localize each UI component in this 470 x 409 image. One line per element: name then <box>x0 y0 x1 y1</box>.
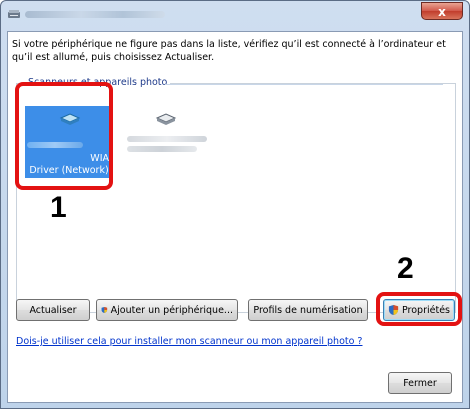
refresh-button[interactable]: Actualiser <box>16 299 90 321</box>
window-title-obscured <box>25 11 165 18</box>
title-bar[interactable]: x <box>1 1 469 29</box>
group-divider <box>165 84 443 85</box>
scanner-icon <box>155 113 177 125</box>
close-button[interactable]: Fermer <box>388 372 452 394</box>
properties-button-label: Propriétés <box>401 304 450 316</box>
close-window-button[interactable]: x <box>421 2 463 20</box>
device-name-obscured-2 <box>127 146 197 152</box>
properties-button[interactable]: Propriétés <box>383 299 455 321</box>
scan-profiles-button-label: Profils de numérisation <box>253 304 363 316</box>
callout-number-2: 2 <box>397 252 414 285</box>
scanner-app-icon <box>8 10 20 18</box>
callout-box-1 <box>15 82 113 190</box>
uac-shield-icon <box>388 304 399 316</box>
device-item-second[interactable] <box>121 106 209 166</box>
dialog-window: x Si votre périphérique ne figure pas da… <box>0 0 470 409</box>
add-device-button[interactable]: Ajouter un périphérique... <box>96 299 238 321</box>
scan-profiles-button[interactable]: Profils de numérisation <box>248 299 368 321</box>
uac-shield-icon <box>101 306 108 314</box>
close-icon: x <box>438 5 446 19</box>
device-name-obscured <box>127 136 207 142</box>
dialog-content: Si votre périphérique ne figure pas dans… <box>7 31 463 403</box>
close-button-label: Fermer <box>403 377 437 389</box>
instruction-text: Si votre périphérique ne figure pas dans… <box>12 39 446 63</box>
callout-number-1: 1 <box>50 191 67 224</box>
help-link[interactable]: Dois-je utiliser cela pour installer mon… <box>16 336 362 347</box>
refresh-button-label: Actualiser <box>29 304 77 316</box>
add-device-button-label: Ajouter un périphérique... <box>110 304 233 316</box>
